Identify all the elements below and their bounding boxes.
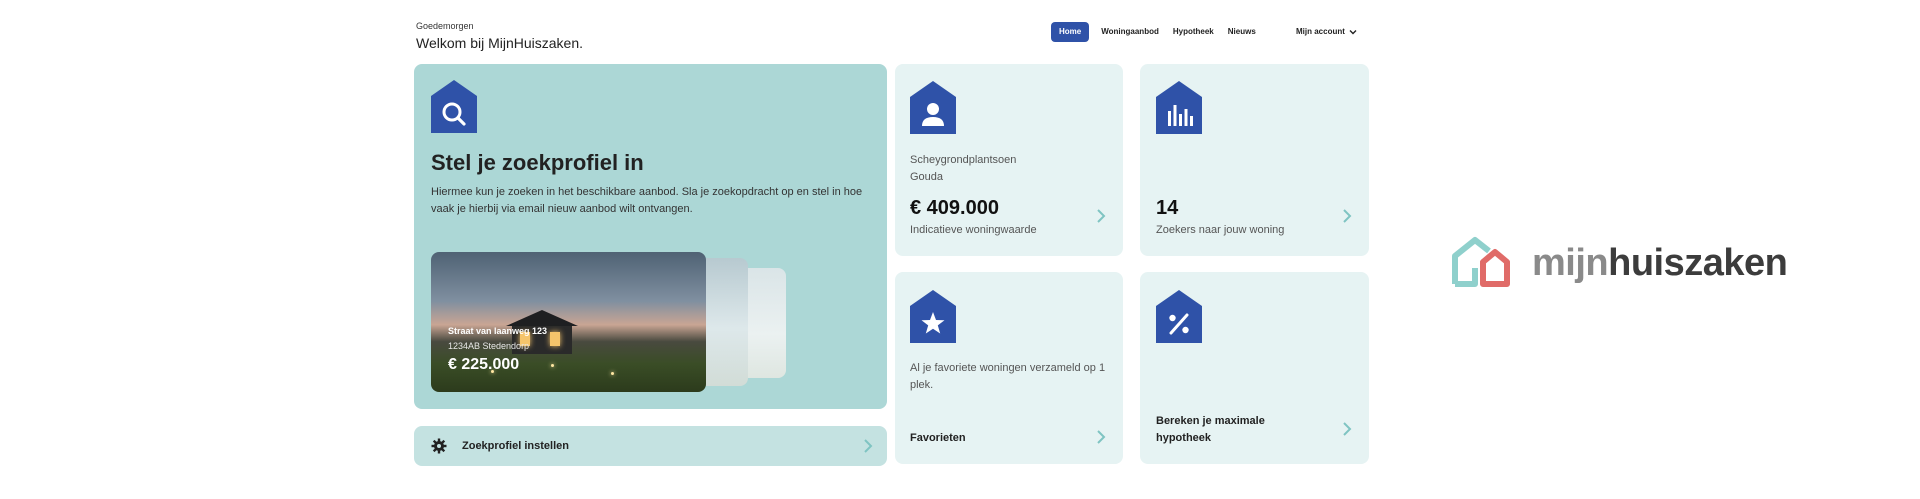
listing-price: € 225.000 <box>448 356 520 373</box>
home-value-street: Scheygrondplantsoen <box>910 154 1017 166</box>
mortgage-label: Bereken je maximale hypotheek <box>1156 415 1265 444</box>
chevron-right-icon[interactable] <box>1096 430 1106 444</box>
dashboard-page: Goedemorgen Welkom bij MijnHuiszaken. Ho… <box>0 0 1920 499</box>
person-icon <box>910 81 956 134</box>
favorites-description: Al je favoriete woningen verzameld op 1 … <box>910 362 1106 391</box>
gear-icon <box>431 438 447 454</box>
chevron-right-icon[interactable] <box>1096 209 1106 223</box>
seekers-count: 14 <box>1156 197 1179 219</box>
listing-preview-middle <box>706 258 748 386</box>
listing-preview-back <box>748 268 786 378</box>
chevron-right-icon[interactable] <box>1342 422 1352 436</box>
star-icon <box>910 290 956 343</box>
search-profile-label: Zoekprofiel instellen <box>462 440 569 452</box>
greeting-title: Welkom bij MijnHuiszaken. <box>416 35 584 51</box>
search-icon <box>431 80 477 133</box>
hero-title: Stel je zoekprofiel in <box>431 150 644 175</box>
nav-hypotheek[interactable]: Hypotheek <box>1166 22 1221 42</box>
search-profile-button[interactable]: Zoekprofiel instellen <box>414 426 887 466</box>
home-value-city: Gouda <box>910 171 944 183</box>
listing-zip-city: 1234AB Stedendorp <box>448 341 530 351</box>
home-value-amount: € 409.000 <box>910 197 999 219</box>
seekers-caption: Zoekers naar jouw woning <box>1156 224 1285 236</box>
nav-nieuws[interactable]: Nieuws <box>1221 22 1263 42</box>
brand-logo: mijnhuiszaken <box>1449 232 1799 292</box>
brand-logo-text: mijnhuiszaken <box>1532 242 1788 284</box>
main-nav: Home Woningaanbod Hypotheek Nieuws <box>1051 22 1263 42</box>
account-label: Mijn account <box>1296 27 1345 36</box>
listing-street: Straat van laanweg 123 <box>448 326 548 336</box>
chevron-down-icon <box>1349 29 1357 35</box>
hero-description: Hiermee kun je zoeken in het beschikbare… <box>431 186 863 215</box>
nav-home[interactable]: Home <box>1051 22 1090 42</box>
favorites-label: Favorieten <box>910 432 966 444</box>
chevron-right-icon <box>864 439 873 453</box>
percent-icon <box>1156 290 1202 343</box>
nav-woningaanbod[interactable]: Woningaanbod <box>1094 22 1166 42</box>
bar-chart-icon <box>1156 81 1202 134</box>
greeting-small: Goedemorgen <box>416 21 474 31</box>
account-menu[interactable]: Mijn account <box>1296 22 1357 42</box>
house-logo-icon <box>1452 237 1510 287</box>
chevron-right-icon[interactable] <box>1342 209 1352 223</box>
home-value-caption: Indicatieve woningwaarde <box>910 224 1037 236</box>
